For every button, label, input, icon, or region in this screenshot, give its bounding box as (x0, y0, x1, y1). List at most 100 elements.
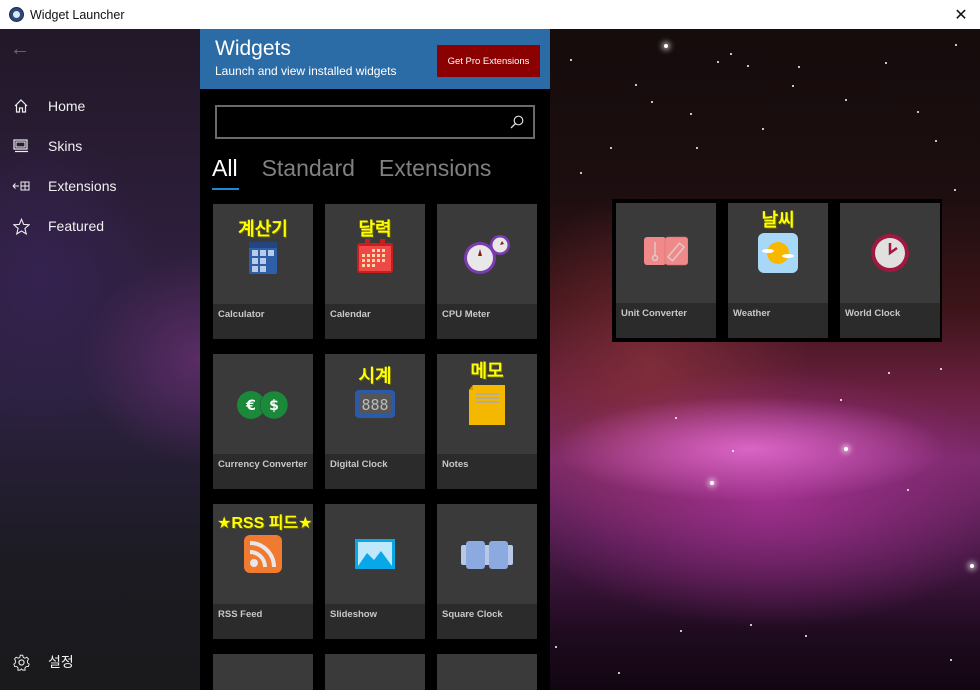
search-icon[interactable] (509, 114, 525, 130)
star (940, 368, 942, 370)
square-clock-icon (461, 541, 513, 569)
world-clock-icon (871, 234, 909, 272)
widget-tile-notes[interactable]: 메모 Notes (437, 354, 537, 489)
sidebar-item-label: Featured (48, 218, 105, 234)
widget-name: Notes (442, 459, 469, 470)
tab-all[interactable]: All (212, 155, 239, 195)
star (917, 111, 919, 113)
search-input[interactable] (217, 107, 497, 137)
sidebar-item-extensions[interactable]: Extensions (0, 166, 200, 206)
desktop-wallpaper: Unit Converter 날씨 Weather World Clock (550, 29, 980, 690)
window-title: Widget Launcher (30, 7, 125, 22)
star-icon (0, 217, 48, 235)
svg-text:$: $ (269, 398, 279, 414)
star (651, 101, 653, 103)
star (955, 44, 957, 46)
star (732, 450, 734, 452)
widget-tile-rss-feed[interactable]: ★RSS 피드★ RSS Feed (213, 504, 313, 639)
running-widgets-dock: Unit Converter 날씨 Weather World Clock (612, 199, 942, 342)
star (696, 147, 698, 149)
digital-clock-icon: 888 (355, 390, 395, 418)
currency-icon: € $ (237, 390, 289, 420)
get-pro-extensions-button[interactable]: Get Pro Extensions (437, 45, 540, 77)
panel-header: Widgets Launch and view installed widget… (200, 29, 550, 89)
page-subtitle: Launch and view installed widgets (215, 64, 397, 78)
close-button[interactable]: ✕ (946, 0, 976, 29)
star (888, 372, 890, 374)
star (570, 59, 572, 61)
page-title: Widgets (215, 37, 291, 60)
widget-tile-unit-converter[interactable]: Unit Converter (616, 203, 716, 338)
star (950, 659, 952, 661)
widget-name: Digital Clock (330, 459, 388, 470)
widget-tile-digital-clock[interactable]: 시계 888 Digital Clock (325, 354, 425, 489)
star (747, 65, 749, 67)
sidebar-item-settings[interactable]: 설정 (0, 642, 200, 682)
calendar-icon (357, 239, 393, 273)
star (954, 189, 956, 191)
annotation-label: 계산기 (238, 219, 288, 239)
sidebar-item-label: Extensions (48, 178, 117, 194)
tab-extensions[interactable]: Extensions (379, 155, 492, 195)
sidebar-item-skins[interactable]: Skins (0, 126, 200, 166)
annotation-label: 메모 (470, 361, 504, 381)
app-clock-icon (9, 7, 24, 22)
star (555, 646, 557, 648)
calculator-icon (249, 242, 277, 274)
widget-tile-partial[interactable] (437, 654, 537, 690)
star (610, 147, 612, 149)
widget-tile-slideshow[interactable]: Slideshow (325, 504, 425, 639)
star (710, 481, 714, 485)
tab-standard[interactable]: Standard (262, 155, 355, 195)
rss-icon (244, 535, 282, 573)
annotation-label: 시계 (358, 366, 392, 386)
star (580, 172, 582, 174)
widget-name: Weather (733, 308, 771, 319)
widget-name: CPU Meter (442, 309, 491, 320)
annotation-label: 달력 (358, 219, 392, 239)
widget-tile-currency-converter[interactable]: € $ Currency Converter (213, 354, 313, 489)
notes-icon (469, 385, 505, 425)
star (618, 672, 620, 674)
widget-tile-square-clock[interactable]: Square Clock (437, 504, 537, 639)
cpu-meter-icon (464, 235, 510, 274)
sidebar-item-home[interactable]: Home (0, 86, 200, 126)
star (680, 630, 682, 632)
annotation-label: ★RSS 피드★ (217, 515, 313, 532)
star (907, 489, 909, 491)
back-button[interactable]: ← (10, 39, 32, 59)
star (805, 635, 807, 637)
widget-name: Slideshow (330, 609, 377, 620)
star (792, 85, 794, 87)
widget-tile-calculator[interactable]: 계산기 Calculator (213, 204, 313, 339)
star (635, 84, 637, 86)
star (664, 44, 668, 48)
gear-icon (0, 654, 48, 671)
widget-name: Calendar (330, 309, 371, 320)
skins-icon (0, 139, 48, 153)
widget-tile-partial[interactable] (325, 654, 425, 690)
star (717, 61, 719, 63)
star (798, 66, 800, 68)
star (690, 113, 692, 115)
extensions-icon (0, 181, 48, 191)
star (750, 624, 752, 626)
svg-text:€: € (245, 398, 256, 414)
star (675, 417, 677, 419)
sidebar-item-label: Home (48, 98, 86, 114)
title-bar: Widget Launcher ✕ (0, 0, 980, 29)
widget-tile-cpu-meter[interactable]: CPU Meter (437, 204, 537, 339)
widget-tile-world-clock[interactable]: World Clock (840, 203, 940, 338)
widget-tile-partial[interactable] (213, 654, 313, 690)
sidebar-item-featured[interactable]: Featured (0, 206, 200, 246)
star (845, 99, 847, 101)
star (762, 128, 764, 130)
sidebar: ← Home Skins Extensions Featured 설정 (0, 29, 200, 690)
widget-tile-weather[interactable]: 날씨 Weather (728, 203, 828, 338)
search-box (215, 105, 535, 139)
sidebar-item-label: 설정 (48, 654, 74, 670)
star (840, 399, 842, 401)
weather-icon (758, 233, 798, 273)
widget-tile-calendar[interactable]: 달력 Calendar (325, 204, 425, 339)
annotation-label: 날씨 (761, 210, 795, 230)
